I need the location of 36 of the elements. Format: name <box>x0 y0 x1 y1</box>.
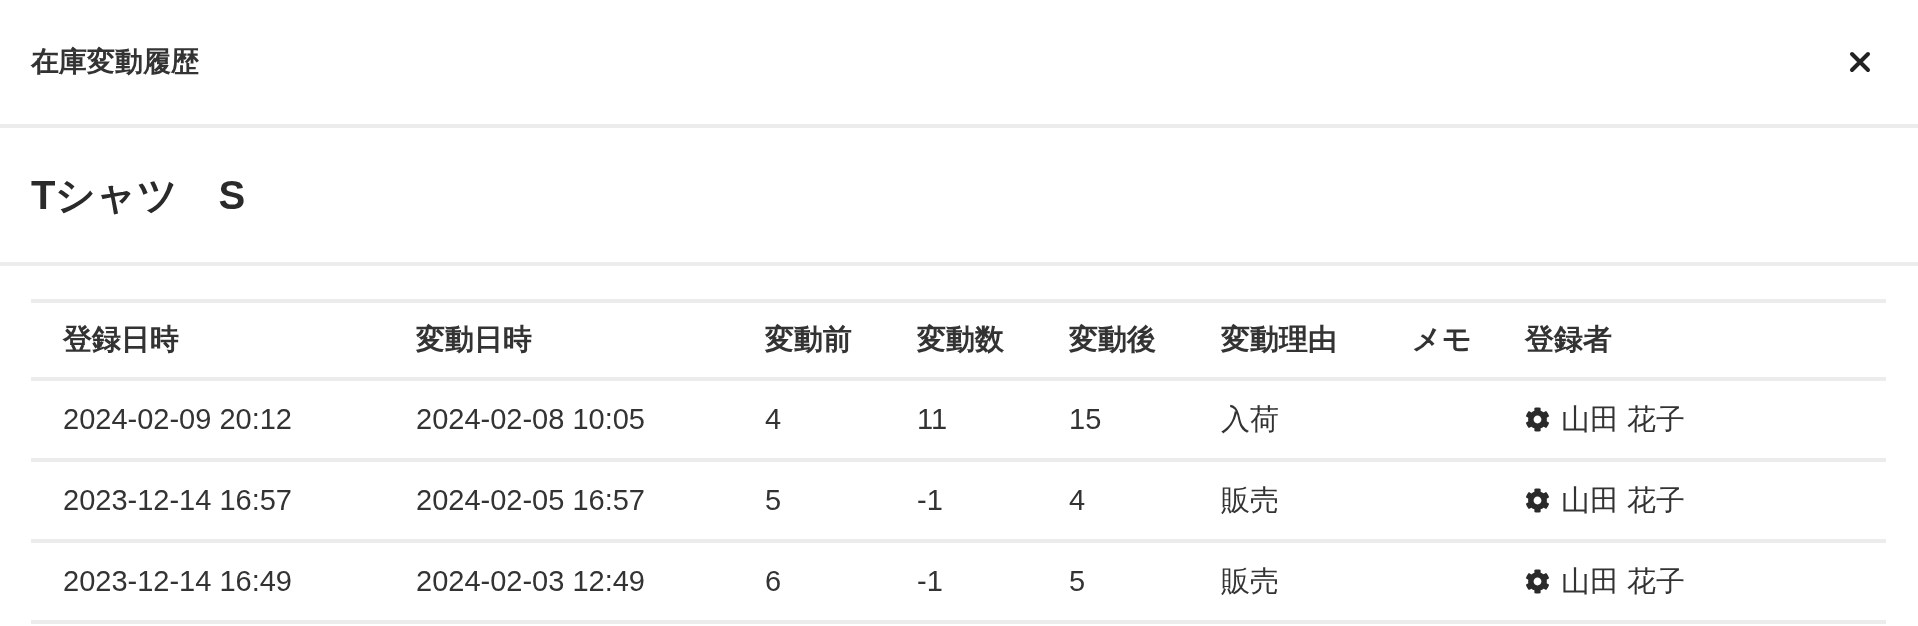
table-cell: 2024-02-08 10:05 <box>384 379 733 460</box>
table-cell: 2024-02-09 20:12 <box>31 379 384 460</box>
table-cell: 販売 <box>1189 460 1380 541</box>
registrant-name: 山田 花子 <box>1561 563 1686 599</box>
table-cell: 2023-12-14 16:49 <box>31 541 384 622</box>
column-header: 変動日時 <box>384 301 733 379</box>
table-cell: 2023-12-14 16:57 <box>31 460 384 541</box>
gear-icon <box>1525 488 1550 513</box>
table-cell: 15 <box>1037 379 1189 460</box>
column-header: 変動数 <box>885 301 1037 379</box>
table-cell: 5 <box>1037 541 1189 622</box>
registrant-name: 山田 花子 <box>1561 401 1686 437</box>
table-cell: 5 <box>733 460 885 541</box>
registrant-name: 山田 花子 <box>1561 482 1686 518</box>
table-cell: 入荷 <box>1189 379 1380 460</box>
table-cell: 11 <box>885 379 1037 460</box>
gear-icon <box>1525 407 1550 432</box>
column-header: 登録者 <box>1493 301 1886 379</box>
column-header: メモ <box>1380 301 1493 379</box>
table-cell: -1 <box>885 460 1037 541</box>
column-header: 登録日時 <box>31 301 384 379</box>
close-icon <box>1849 51 1871 73</box>
product-name: Tシャツ S <box>31 171 246 219</box>
column-header: 変動後 <box>1037 301 1189 379</box>
table-cell: 6 <box>733 541 885 622</box>
table-cell: 販売 <box>1189 541 1380 622</box>
column-header: 変動理由 <box>1189 301 1380 379</box>
close-button[interactable] <box>1849 51 1871 73</box>
table-cell: 4 <box>1037 460 1189 541</box>
table-cell: 2024-02-03 12:49 <box>384 541 733 622</box>
modal-title: 在庫変動履歴 <box>31 45 199 79</box>
table-cell: 2024-02-05 16:57 <box>384 460 733 541</box>
table-cell: -1 <box>885 541 1037 622</box>
table-cell: 4 <box>733 379 885 460</box>
column-header: 変動前 <box>733 301 885 379</box>
gear-icon <box>1525 569 1550 594</box>
